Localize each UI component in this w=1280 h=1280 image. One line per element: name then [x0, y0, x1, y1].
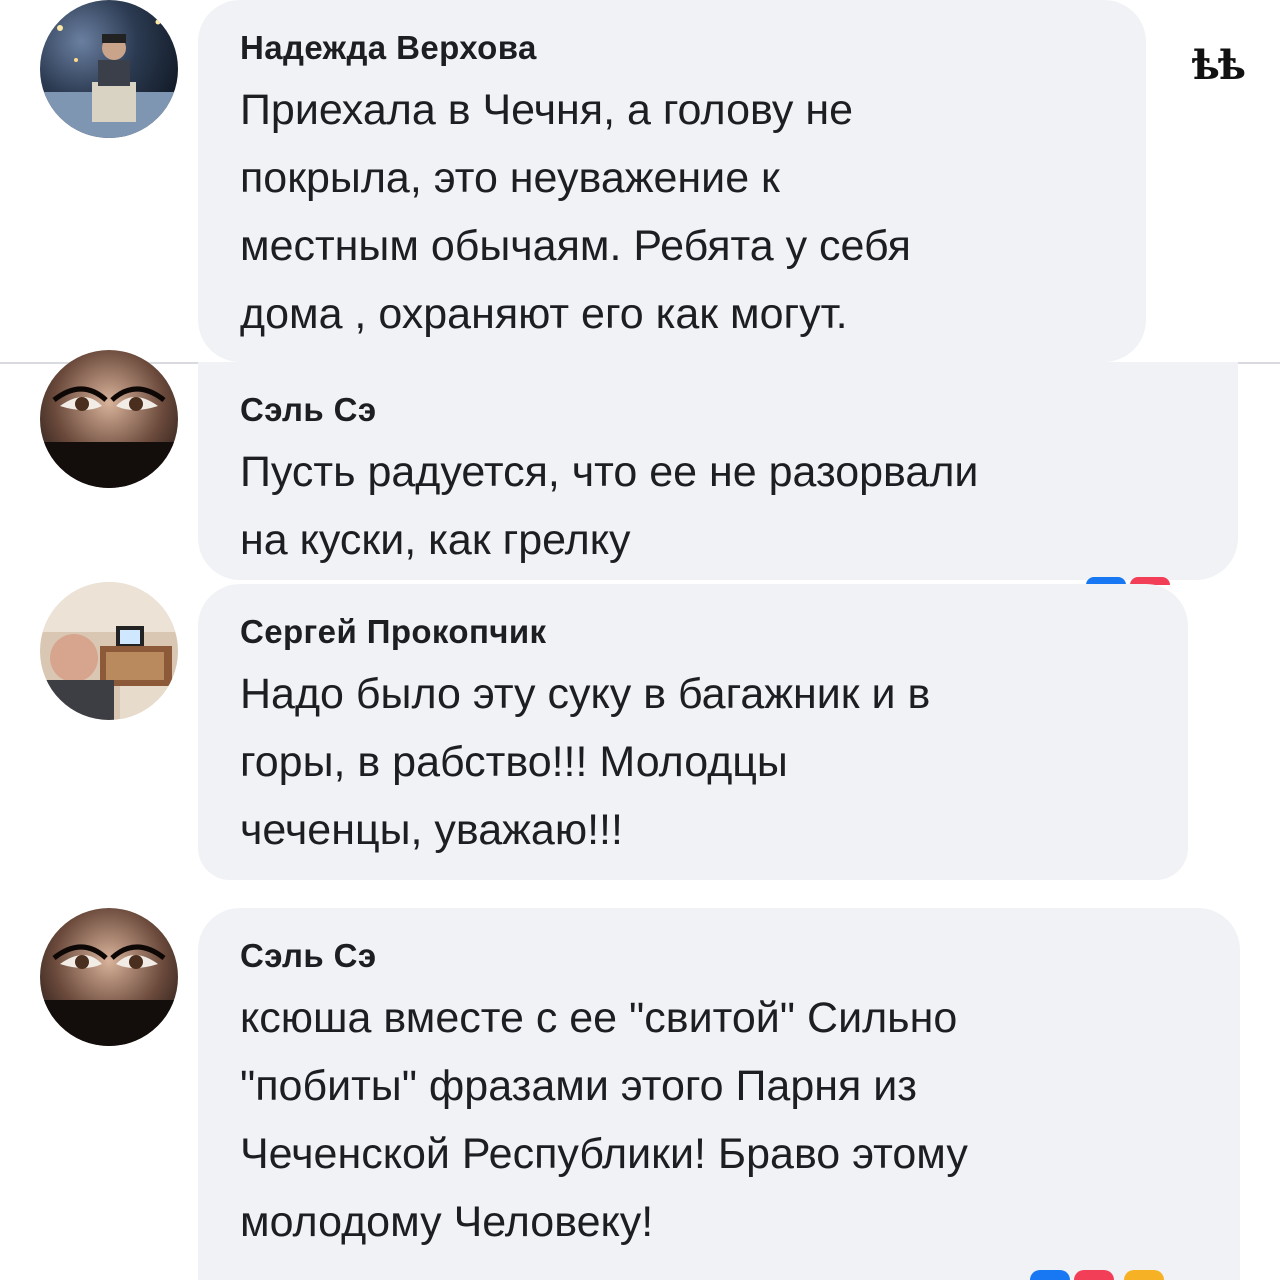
haha-reaction-icon[interactable] [1124, 1270, 1164, 1280]
person-photo-icon [40, 0, 178, 138]
watermark-logo: ѣѣ [1191, 42, 1246, 89]
comment-author[interactable]: Сэль Сэ [240, 390, 1198, 430]
man-in-room-photo-icon [40, 582, 178, 720]
comment-bubble: Сэль Сэ Пусть радуется, что ее не разорв… [198, 362, 1238, 580]
comment-bubble: Сэль Сэ ксюша вместе с ее "свитой" Сильн… [198, 908, 1240, 1280]
woman-eyes-photo-icon [40, 908, 178, 1046]
comment-text: Пусть радуется, что ее не разорвали на к… [240, 448, 979, 564]
comment-text: ксюша вместе с ее "свитой" Сильно "побит… [240, 994, 968, 1246]
avatar[interactable] [40, 582, 178, 720]
avatar[interactable] [40, 0, 178, 138]
like-reaction-icon[interactable] [1030, 1270, 1070, 1280]
comment-text: Надо было эту суку в багажник и в горы, … [240, 670, 931, 854]
avatar[interactable] [40, 908, 178, 1046]
comment-author[interactable]: Сергей Прокопчик [240, 612, 1148, 652]
comment-text: Приехала в Чечня, а голову не покрыла, э… [240, 86, 911, 338]
comment-author[interactable]: Надежда Верхова [240, 28, 1106, 68]
divider [0, 880, 1280, 881]
comment-author[interactable]: Сэль Сэ [240, 936, 1200, 976]
love-reaction-icon[interactable] [1074, 1270, 1114, 1280]
comments-screenshot-collage: ѣѣ Надежда Верхова Приехала в Чечня, а г… [0, 0, 1280, 1280]
comment-bubble: Сергей Прокопчик Надо было эту суку в ба… [198, 584, 1188, 880]
avatar[interactable] [40, 350, 178, 488]
comment-bubble: Надежда Верхова Приехала в Чечня, а голо… [198, 0, 1146, 362]
woman-eyes-photo-icon [40, 350, 178, 488]
